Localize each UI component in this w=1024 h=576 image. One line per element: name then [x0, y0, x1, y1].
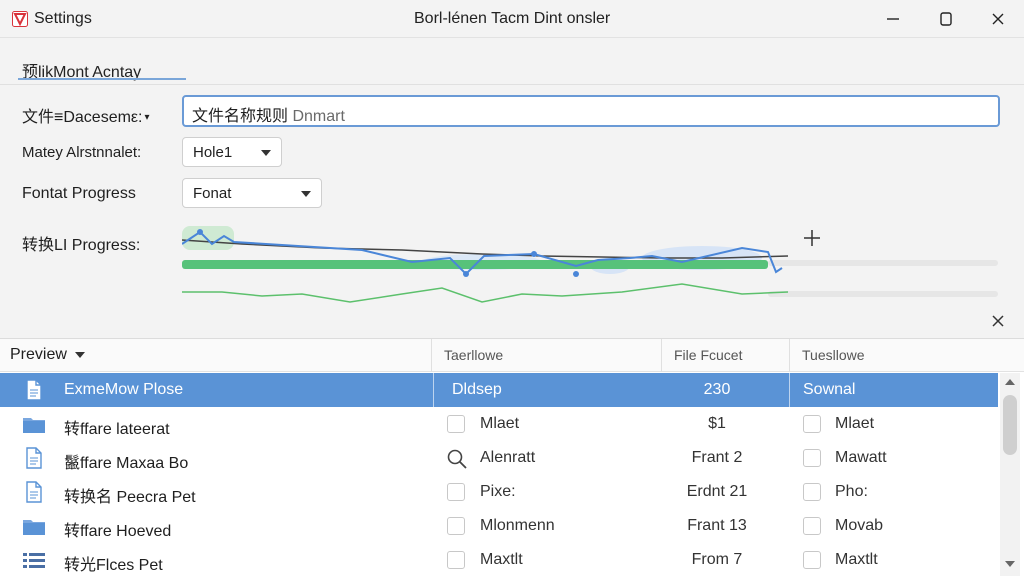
table-cell: Pho: — [835, 483, 868, 500]
table-cell: 230 — [703, 381, 731, 398]
table-cell: $1 — [708, 415, 726, 432]
column-divider — [433, 373, 434, 407]
table-cell: Maxtlt — [835, 551, 878, 568]
table-row[interactable]: ExmeMow Plose Dldsep 230 Sownal — [0, 373, 998, 407]
file-name-value-secondary: Dnmart — [292, 108, 345, 125]
table-cell: Movab — [835, 517, 884, 534]
table-cell: Pixe: — [480, 483, 516, 500]
progress-label: 转换LI Progress: — [22, 237, 141, 254]
scroll-thumb[interactable] — [1003, 395, 1017, 455]
checkbox[interactable] — [803, 483, 821, 501]
app-title: Settings — [34, 10, 92, 27]
checkbox[interactable] — [803, 551, 821, 569]
file-name-label-text: 文件≡Dacesemε: — [22, 109, 143, 126]
plus-icon[interactable] — [802, 228, 822, 248]
folder-icon — [22, 515, 46, 537]
blue-point — [463, 271, 469, 277]
section-tab-underline — [18, 78, 186, 80]
column-header[interactable]: File Fcucet — [661, 339, 789, 372]
file-name-cell: 鬣ffare Maxaa Bo — [64, 455, 189, 472]
title-bar: Settings Borl-lénen Tacm Dint onsler — [0, 0, 1024, 38]
close-icon[interactable] — [990, 313, 1006, 329]
blue-point — [573, 271, 579, 277]
table-cell: Frant 2 — [691, 449, 743, 466]
file-name-label: 文件≡Dacesemε: ▾ — [22, 103, 150, 127]
table-cell: From 7 — [691, 551, 743, 568]
window-title: Borl-lénen Tacm Dint onsler — [414, 10, 611, 27]
fontat-label: Fontat Progress — [22, 185, 136, 202]
column-header[interactable]: Tuesllowe — [789, 339, 1024, 372]
file-name-cell: 转光Flces Pet — [64, 557, 163, 574]
column-header[interactable]: Taerllowe — [431, 339, 661, 372]
table-cell: Maxtlt — [480, 551, 523, 568]
checkbox[interactable] — [447, 517, 465, 535]
document-icon — [22, 481, 46, 503]
progress-track-top — [768, 260, 998, 266]
progress-track-bottom — [768, 291, 998, 297]
scroll-down-icon[interactable] — [1005, 561, 1015, 567]
document-icon — [22, 447, 46, 469]
table-cell: Erdnt 21 — [686, 483, 748, 500]
document-icon — [22, 379, 46, 401]
checkbox[interactable] — [803, 415, 821, 433]
file-table: Preview Taerllowe File Fcucet Tuesllowe … — [0, 338, 1024, 576]
scroll-up-icon[interactable] — [1005, 379, 1015, 385]
caret-down-icon[interactable]: ▾ — [145, 112, 150, 123]
table-cell: Mlaet — [835, 415, 875, 432]
maximize-button[interactable] — [920, 0, 972, 38]
table-cell: Mawatt — [835, 449, 887, 466]
naming-label: Matey Alrstnnalet: — [22, 144, 142, 161]
file-name-cell: ExmeMow Plose — [64, 381, 184, 398]
scrollbar[interactable] — [1000, 373, 1020, 576]
minimize-icon — [887, 18, 899, 20]
checkbox[interactable] — [803, 517, 821, 535]
naming-select-value: Hole1 — [193, 144, 233, 161]
app-logo-icon — [12, 11, 28, 27]
table-row[interactable]: 转ffare lateerat Mlaet $1 Mlaet — [0, 407, 998, 441]
column-divider — [789, 373, 790, 407]
progress-graph — [182, 226, 998, 303]
chevron-down-icon — [301, 191, 311, 197]
table-row[interactable]: 转换名 Peecra Pet Pixe: Erdnt 21 Pho: — [0, 475, 998, 509]
fontat-select[interactable]: Fonat — [182, 178, 322, 208]
checkbox[interactable] — [447, 551, 465, 569]
search-icon[interactable] — [446, 448, 468, 470]
list-icon — [22, 549, 46, 571]
preview-header[interactable]: Preview — [0, 339, 431, 372]
file-name-value: 文件名称规则 — [192, 108, 289, 125]
preview-header-label: Preview — [10, 346, 67, 363]
close-button[interactable] — [972, 0, 1024, 38]
close-icon — [992, 13, 1004, 25]
table-cell: Mlaet — [480, 415, 520, 432]
fontat-select-value: Fonat — [193, 185, 232, 202]
table-row[interactable]: 鬣ffare Maxaa Bo Alenratt Frant 2 Mawatt — [0, 441, 998, 475]
checkbox[interactable] — [447, 483, 465, 501]
table-cell: Frant 13 — [687, 517, 747, 534]
table-cell: Mlonmenn — [480, 517, 555, 534]
table-cell: Sownal — [803, 381, 856, 398]
table-row[interactable]: 转ffare Hoeved Mlonmenn Frant 13 Movab — [0, 509, 998, 543]
minimize-button[interactable] — [867, 0, 919, 38]
file-name-cell: 转ffare lateerat — [64, 421, 170, 438]
file-name-cell: 转换名 Peecra Pet — [64, 489, 196, 506]
checkbox[interactable] — [447, 415, 465, 433]
table-header: Preview Taerllowe File Fcucet Tuesllowe — [0, 339, 1024, 372]
table-cell: Alenratt — [480, 449, 536, 466]
divider — [0, 84, 1024, 85]
folder-icon — [22, 413, 46, 435]
blue-point — [197, 229, 203, 235]
file-name-cell: 转ffare Hoeved — [64, 523, 172, 540]
trend-line-green — [182, 283, 789, 303]
blue-point — [531, 251, 537, 257]
maximize-icon — [940, 12, 952, 26]
chevron-down-icon — [261, 150, 271, 156]
naming-select[interactable]: Hole1 — [182, 137, 282, 167]
checkbox[interactable] — [803, 449, 821, 467]
chevron-down-icon — [74, 351, 85, 358]
file-name-input[interactable]: 文件名称规则 Dnmart — [182, 95, 1000, 127]
table-row[interactable]: 转光Flces Pet Maxtlt From 7 Maxtlt — [0, 543, 998, 576]
table-cell: Dldsep — [452, 381, 502, 398]
